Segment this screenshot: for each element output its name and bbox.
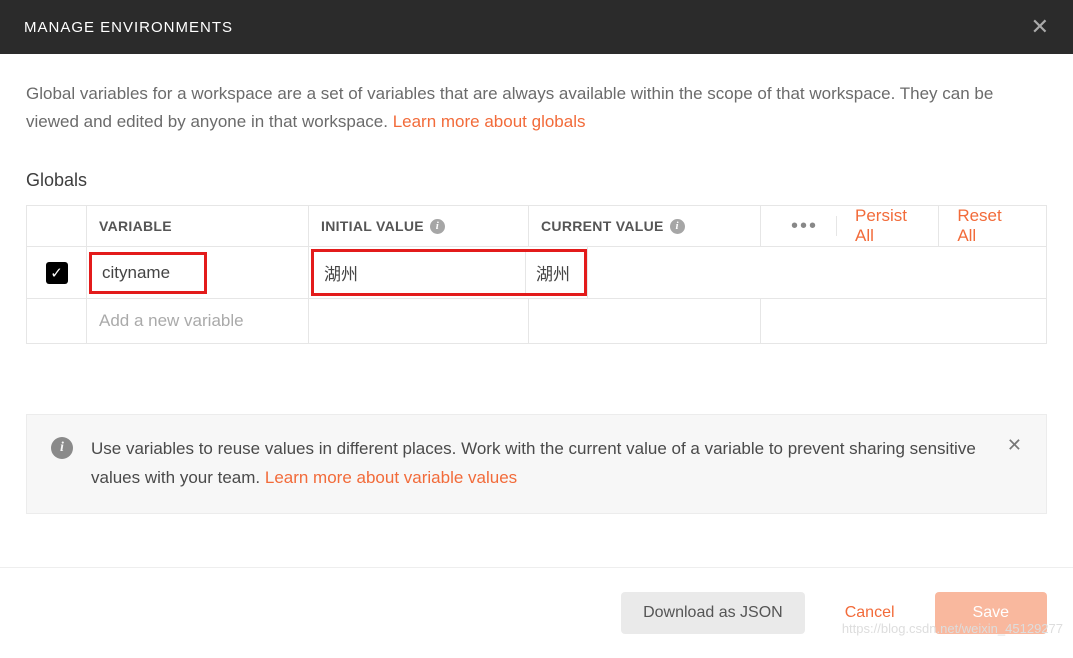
initial-value-input[interactable]: 湖州 (314, 252, 526, 293)
initial-value-empty[interactable] (309, 299, 529, 343)
current-value-header: CURRENT VALUE i (529, 206, 761, 246)
reset-all-button[interactable]: Reset All (938, 206, 1034, 246)
modal-content: Global variables for a workspace are a s… (0, 54, 1073, 514)
checkbox-cell: ✓ (27, 247, 87, 298)
learn-more-variables-link[interactable]: Learn more about variable values (265, 468, 517, 487)
info-icon[interactable]: i (430, 219, 445, 234)
variable-name-input[interactable]: cityname (89, 252, 207, 294)
current-value-empty[interactable] (529, 299, 761, 343)
table-row: ✓ cityname 湖州 湖州 (27, 247, 1046, 299)
row-extra-space (587, 247, 1046, 298)
empty-actions (761, 299, 1046, 343)
section-title-globals: Globals (26, 170, 1047, 191)
table-row-empty: Add a new variable (27, 299, 1046, 343)
table-header-row: VARIABLE INITIAL VALUE i CURRENT VALUE i… (27, 206, 1046, 247)
more-actions-icon[interactable]: ••• (773, 216, 837, 236)
info-icon: i (51, 437, 73, 459)
header-actions: ••• Persist All Reset All (761, 206, 1046, 246)
cancel-button[interactable]: Cancel (823, 592, 917, 634)
initial-value-header: INITIAL VALUE i (309, 206, 529, 246)
current-value-label: CURRENT VALUE (541, 218, 664, 234)
modal-footer: Download as JSON Cancel Save (0, 567, 1073, 658)
add-variable-input[interactable]: Add a new variable (87, 299, 309, 343)
row-checkbox[interactable]: ✓ (46, 262, 68, 284)
info-icon[interactable]: i (670, 219, 685, 234)
modal-header: MANAGE ENVIRONMENTS ✕ (0, 0, 1073, 54)
modal-title: MANAGE ENVIRONMENTS (24, 19, 233, 36)
banner-description: Use variables to reuse values in differe… (91, 439, 976, 487)
variable-cell[interactable]: cityname (87, 247, 309, 298)
close-icon[interactable]: ✕ (1031, 14, 1049, 40)
initial-value-label: INITIAL VALUE (321, 218, 424, 234)
checkbox-header (27, 206, 87, 246)
close-icon[interactable]: ✕ (1007, 435, 1022, 456)
learn-more-globals-link[interactable]: Learn more about globals (393, 112, 586, 131)
intro-text: Global variables for a workspace are a s… (26, 80, 1047, 136)
globals-table: VARIABLE INITIAL VALUE i CURRENT VALUE i… (26, 205, 1047, 344)
checkbox-cell-empty (27, 299, 87, 343)
save-button[interactable]: Save (935, 592, 1047, 634)
persist-all-button[interactable]: Persist All (837, 206, 938, 246)
current-value-input[interactable]: 湖州 (526, 252, 584, 293)
info-banner: i Use variables to reuse values in diffe… (26, 414, 1047, 514)
banner-text: Use variables to reuse values in differe… (91, 435, 989, 493)
variable-header: VARIABLE (87, 206, 309, 246)
download-json-button[interactable]: Download as JSON (621, 592, 805, 634)
